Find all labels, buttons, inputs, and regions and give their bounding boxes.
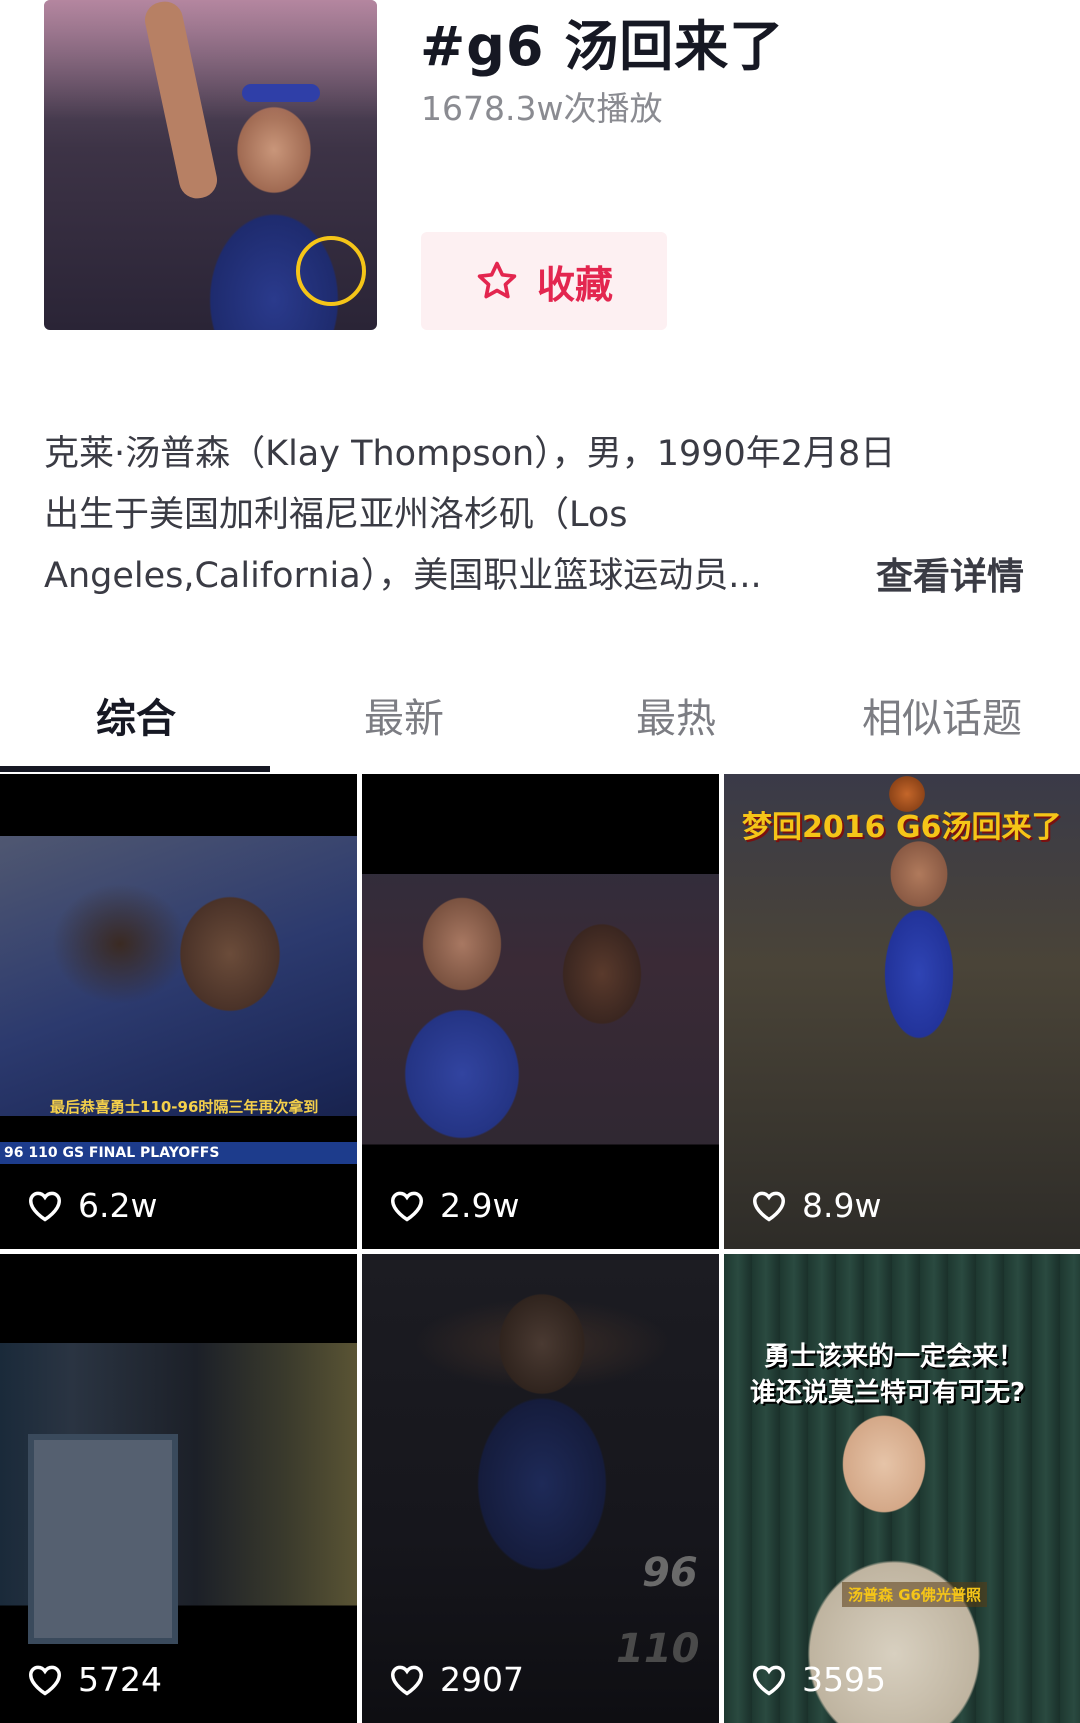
score-home: 96 xyxy=(642,1550,698,1596)
description-line: 克莱·汤普森（Klay Thompson），男，1990年2月8日 xyxy=(44,434,896,474)
like-count-value: 6.2w xyxy=(78,1186,158,1225)
cover-headband xyxy=(242,84,320,102)
video-card[interactable]: 勇士该来的一定会来！ 谁还说莫兰特可有可无? 汤普森 G6佛光普照 3595 xyxy=(724,1254,1080,1723)
video-caption-line: 勇士该来的一定会来！ xyxy=(764,1342,1025,1372)
star-icon xyxy=(477,261,517,299)
video-grid: 最后恭喜勇士110-96时隔三年再次拿到 96 110 GS FINAL PLA… xyxy=(0,774,1080,1723)
like-count-value: 2907 xyxy=(440,1660,524,1699)
video-caption: 梦回2016 G6汤回来了 xyxy=(742,810,1062,845)
video-card[interactable]: 5724 xyxy=(0,1254,357,1723)
heart-icon xyxy=(753,1665,785,1695)
description-line: 出生于美国加利福尼亚州洛杉矶（Los xyxy=(44,495,628,535)
active-tab-indicator xyxy=(0,766,270,772)
heart-icon xyxy=(391,1665,423,1695)
video-card[interactable]: 96 110 2907 xyxy=(362,1254,719,1723)
topic-cover-image xyxy=(44,0,377,330)
heart-icon xyxy=(753,1191,785,1221)
tunnel-doorway xyxy=(28,1434,178,1644)
video-subcaption: 汤普森 G6佛光普照 xyxy=(842,1582,987,1607)
tab-bar: 综合 最新 最热 相似话题 xyxy=(0,676,1080,772)
score-away: 110 xyxy=(616,1626,700,1672)
video-caption-line: 谁还说莫兰特可有可无? xyxy=(750,1378,1026,1408)
like-count-value: 3595 xyxy=(802,1660,886,1699)
video-caption: 最后恭喜勇士110-96时隔三年再次拿到 xyxy=(50,1098,319,1116)
like-count: 8.9w xyxy=(750,1186,881,1225)
like-count-value: 2.9w xyxy=(440,1186,520,1225)
like-count: 2.9w xyxy=(388,1186,519,1225)
tab-overall[interactable]: 综合 xyxy=(96,686,176,744)
tab-latest[interactable]: 最新 xyxy=(364,686,444,744)
favorite-button[interactable]: 收藏 xyxy=(421,232,667,330)
video-card[interactable]: 2.9w xyxy=(362,774,719,1249)
video-card[interactable]: 梦回2016 G6汤回来了 8.9w xyxy=(724,774,1080,1249)
like-count-value: 5724 xyxy=(78,1660,162,1699)
video-thumbnail xyxy=(362,774,719,1249)
like-count: 3595 xyxy=(750,1660,886,1699)
heart-icon xyxy=(29,1191,61,1221)
tab-hottest[interactable]: 最热 xyxy=(636,686,716,744)
cover-jersey-logo xyxy=(296,236,366,306)
video-card[interactable]: 最后恭喜勇士110-96时隔三年再次拿到 96 110 GS FINAL PLA… xyxy=(0,774,357,1249)
cover-background xyxy=(44,0,377,120)
video-thumbnail xyxy=(0,774,357,1249)
play-count: 1678.3w次播放 xyxy=(421,89,663,128)
tab-similar-topics[interactable]: 相似话题 xyxy=(862,686,1022,744)
video-thumbnail xyxy=(724,1254,1080,1723)
like-count: 5724 xyxy=(26,1660,162,1699)
like-count-value: 8.9w xyxy=(802,1186,882,1225)
topic-title: #g6 汤回来了 xyxy=(420,15,785,78)
favorite-label: 收藏 xyxy=(536,262,613,307)
scoreboard-banner: 96 110 GS FINAL PLAYOFFS xyxy=(0,1142,357,1164)
view-details-link[interactable]: 查看详情 xyxy=(876,546,1024,600)
heart-icon xyxy=(391,1191,423,1221)
heart-icon xyxy=(29,1665,61,1695)
like-count: 2907 xyxy=(388,1660,524,1699)
like-count: 6.2w xyxy=(26,1186,157,1225)
